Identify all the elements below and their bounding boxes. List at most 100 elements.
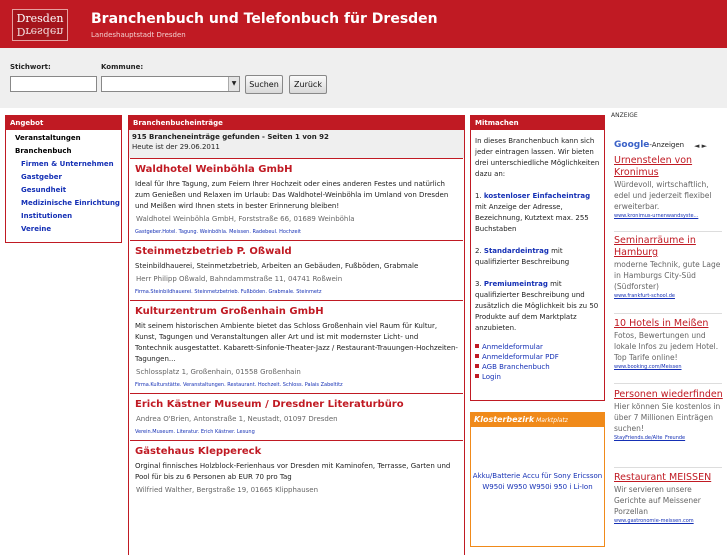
google-logo: Google — [614, 140, 650, 150]
ad-title[interactable]: Seminarräume in Hamburg — [614, 235, 726, 259]
site-title: Branchenbuch und Telefonbuch für Dresden — [91, 11, 438, 27]
listing-heading: Branchenbucheinträge — [129, 116, 464, 130]
option-number: 1. — [475, 192, 484, 200]
premiumeintrag-link[interactable]: Premiumeintrag — [484, 280, 548, 288]
entry-title[interactable]: Steinmetzbetrieb P. Oßwald — [135, 245, 458, 258]
back-button[interactable]: Zurück — [289, 75, 327, 94]
kommune-label: Kommune: — [101, 63, 144, 71]
ad-title[interactable]: 10 Hotels in Meißen — [614, 318, 726, 330]
ad-title[interactable]: Personen wiederfinden — [614, 389, 726, 401]
ad-item[interactable]: Restaurant MEISSEN Wir servieren unsere … — [614, 472, 726, 525]
logo-text: Dresden — [16, 12, 64, 25]
list-item: Waldhotel Weinböhla GmbH Ideal für Ihre … — [130, 158, 463, 240]
entry-tags[interactable]: Firma.Steinbildhauerei. Steinmetzbetrieb… — [135, 287, 458, 297]
nav-list: Veranstaltungen Branchenbuch Firmen & Un… — [6, 130, 121, 236]
dresden-logo[interactable]: Dresden Dresden — [12, 9, 68, 41]
list-item: Erich Kästner Museum / Dresdner Literatu… — [130, 393, 463, 440]
site-header: Dresden Dresden Branchenbuch und Telefon… — [0, 0, 727, 48]
nav-item-firmen[interactable]: Firmen & Unternehmen — [6, 158, 121, 171]
standardeintrag-link[interactable]: Standardeintrag — [484, 247, 549, 255]
login-link[interactable]: Login — [475, 372, 600, 382]
logo-reflection: Dresden — [16, 25, 64, 38]
ad-description: Würdevoll, wirtschaftlich, edel und jede… — [614, 180, 712, 211]
ad-label: ANZEIGE — [611, 112, 638, 119]
nav-item-veranstaltungen[interactable]: Veranstaltungen — [6, 132, 121, 145]
entry-tags[interactable]: Firma.Kulturstätte. Veranstaltungen. Res… — [135, 380, 458, 390]
anzeigen-label: -Anzeigen — [649, 141, 685, 149]
mitmachen-intro: In dieses Branchenbuch kann sich jeder e… — [475, 137, 600, 178]
ad-divider — [614, 231, 722, 232]
ad-title[interactable]: Restaurant MEISSEN — [614, 472, 726, 484]
entry-address: Herr Philipp Oßwald, Bahndammstraße 11, … — [136, 275, 343, 283]
entry-description: Ideal für Ihre Tagung, zum Feiern Ihrer … — [135, 180, 449, 210]
option-number: 2. — [475, 247, 484, 255]
ad-divider — [614, 313, 722, 314]
ad-item[interactable]: 10 Hotels in Meißen Fotos, Bewertungen u… — [614, 318, 726, 371]
ad-url[interactable]: www.kronimus-urnenwandsyste... — [614, 212, 726, 220]
site-subtitle: Landeshauptstadt Dresden — [91, 31, 186, 39]
ad-item[interactable]: Urnenstelen von Kronimus Würdevoll, wirt… — [614, 155, 726, 220]
nav-item-branchenbuch[interactable]: Branchenbuch — [6, 145, 121, 158]
ad-url[interactable]: www.gastronomie-meissen.com — [614, 517, 726, 525]
nav-item-gesundheit[interactable]: Gesundheit — [6, 184, 121, 197]
result-count-box: 915 Brancheneinträge gefunden - Seiten 1… — [129, 130, 464, 158]
marketplace-panel: Klosterbezirk Marktplatz Akku/Batterie A… — [470, 412, 605, 547]
ad-divider — [614, 383, 722, 384]
kommune-select[interactable]: ▼ — [101, 76, 240, 92]
nav-item-gastgeber[interactable]: Gastgeber — [6, 171, 121, 184]
mitmachen-links: Anmeldeformular Anmeldeformular PDF AGB … — [475, 342, 600, 382]
ad-url[interactable]: www.booking.com/Meissen — [614, 363, 726, 371]
ad-item[interactable]: Personen wiederfinden Hier können Sie ko… — [614, 389, 726, 442]
entry-address: Waldhotel Weinböhla GmbH, Forststraße 66… — [136, 215, 355, 223]
nav-item-medizin[interactable]: Medizinische Einrichtung — [6, 197, 121, 210]
chevron-down-icon[interactable]: ▼ — [228, 77, 239, 91]
option-number: 3. — [475, 280, 484, 288]
entry-title[interactable]: Gästehaus Kleppereck — [135, 445, 458, 458]
ad-title[interactable]: Urnenstelen von Kronimus — [614, 155, 726, 179]
list-item: Steinmetzbetrieb P. Oßwald Steinbildhaue… — [130, 240, 463, 300]
search-button[interactable]: Suchen — [245, 75, 283, 94]
option-text: mit Anzeige der Adresse, Bezeichnung, Ku… — [475, 203, 589, 233]
sidebar-nav: Angebot Veranstaltungen Branchenbuch Fir… — [5, 115, 122, 243]
ad-description: Hier können Sie kostenlos in über 7 Mill… — [614, 402, 721, 433]
current-date: Heute ist der 29.06.2011 — [132, 143, 220, 151]
mitmachen-heading: Mitmachen — [471, 116, 604, 130]
sidebar-heading: Angebot — [6, 116, 121, 130]
anmeldeformular-pdf-link[interactable]: Anmeldeformular PDF — [475, 352, 600, 362]
ad-description: Fotos, Bewertungen und lokale Infos zu j… — [614, 331, 719, 362]
ad-url[interactable]: www.frankfurt-school.de — [614, 292, 726, 300]
entry-title[interactable]: Waldhotel Weinböhla GmbH — [135, 163, 458, 176]
ad-nav-arrows[interactable]: ◄ ► — [694, 142, 707, 150]
list-item: Gästehaus Kleppereck Orginal finnisches … — [130, 440, 463, 499]
entry-description: Orginal finnisches Holzblock-Ferienhaus … — [135, 462, 451, 481]
entry-address: Wilfried Walther, Bergstraße 19, 01665 K… — [136, 486, 319, 494]
entry-description: Mit seinem historischen Ambiente bietet … — [135, 322, 458, 363]
ad-description: moderne Technik, gute Lage in Hamburgs C… — [614, 260, 721, 291]
ad-description: Wir servieren unsere Gerichte auf Meisse… — [614, 485, 701, 516]
ad-url[interactable]: StayFriends.de/Alte_Freunde — [614, 434, 726, 442]
mitmachen-panel: Mitmachen In dieses Branchenbuch kann si… — [470, 115, 605, 401]
entry-title[interactable]: Erich Kästner Museum / Dresdner Literatu… — [135, 398, 458, 411]
nav-item-vereine[interactable]: Vereine — [6, 223, 121, 236]
anmeldeformular-link[interactable]: Anmeldeformular — [475, 342, 600, 352]
marketplace-product[interactable]: Akku/Batterie Accu für Sony Ericsson W95… — [471, 427, 604, 493]
nav-item-institutionen[interactable]: Institutionen — [6, 210, 121, 223]
stichwort-input[interactable] — [10, 76, 97, 92]
marketplace-logo[interactable]: Klosterbezirk Marktplatz — [471, 413, 604, 427]
entry-address: Schlossplatz 1, Großenhain, 01558 Großen… — [136, 368, 301, 376]
stichwort-label: Stichwort: — [10, 63, 51, 71]
result-count: 915 Brancheneinträge gefunden — [132, 133, 260, 141]
entry-tags[interactable]: Gastgeber.Hotel. Tagung. Weinböhla. Meis… — [135, 227, 458, 237]
list-item: Kulturzentrum Großenhain GmbH Mit seinem… — [130, 300, 463, 393]
ad-divider — [614, 467, 722, 468]
ad-item[interactable]: Seminarräume in Hamburg moderne Technik,… — [614, 235, 726, 300]
einfacheintrag-link[interactable]: kostenloser Einfacheintrag — [484, 192, 590, 200]
entry-tags[interactable]: Verein.Museum. Literatur. Erich Kästner.… — [135, 427, 458, 437]
agb-link[interactable]: AGB Branchenbuch — [475, 362, 600, 372]
entry-title[interactable]: Kulturzentrum Großenhain GmbH — [135, 305, 458, 318]
listing-panel: Branchenbucheinträge 915 Brancheneinträg… — [128, 115, 465, 555]
marketplace-brand: Klosterbezirk — [474, 415, 535, 424]
google-ads-header: Google-Anzeigen — [614, 140, 684, 150]
entry-description: Steinbildhauerei, Steinmetzbetrieb, Arbe… — [135, 262, 419, 270]
entry-address: Andrea O'Brien, Antonstraße 1, Neustadt,… — [136, 415, 338, 423]
